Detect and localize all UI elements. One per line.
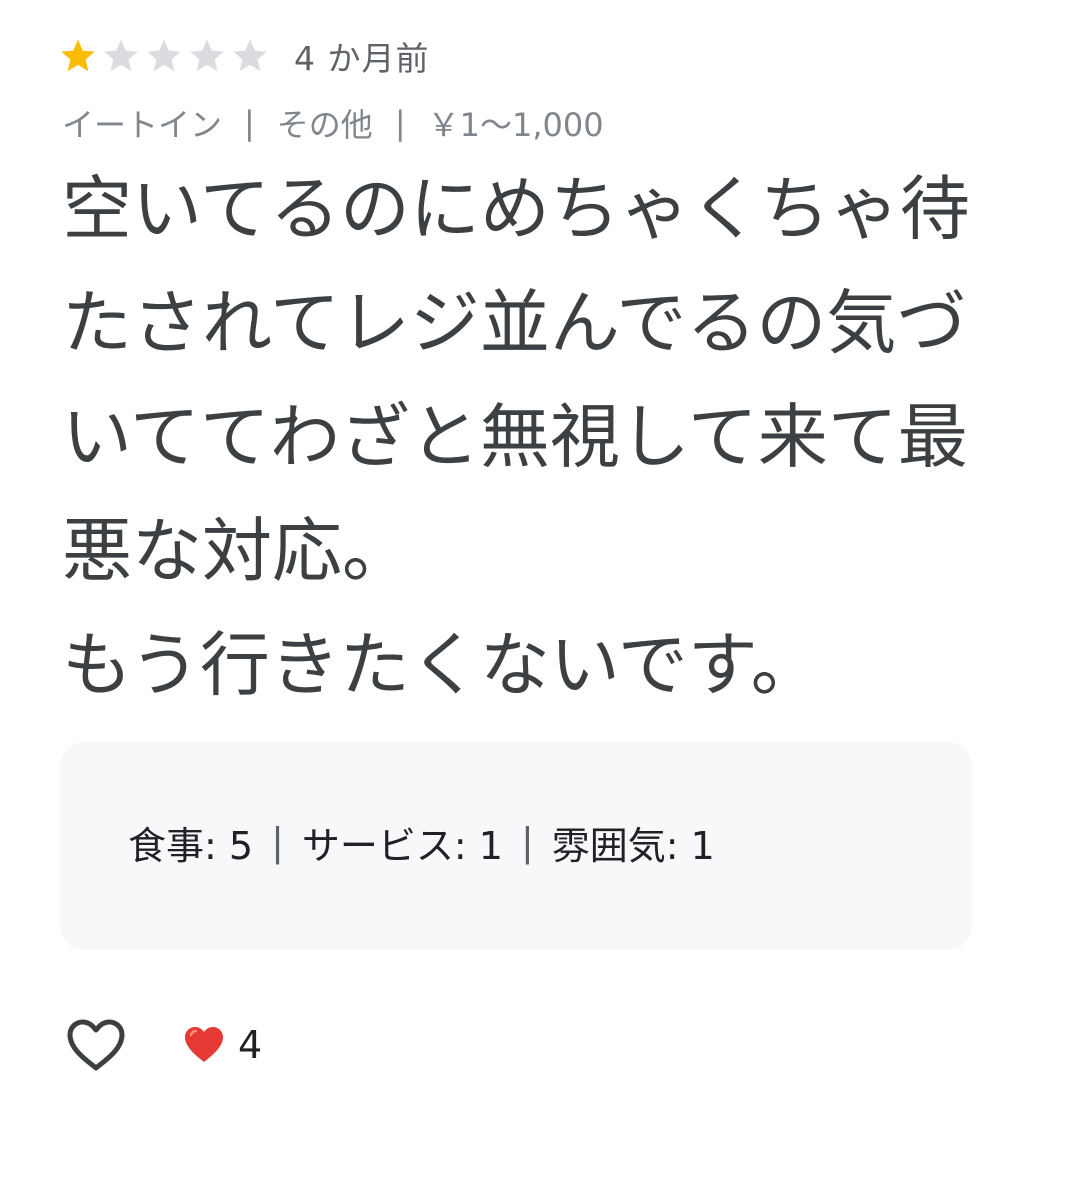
star-empty-icon — [147, 39, 181, 72]
meal-type: その他 — [276, 106, 373, 144]
price-range: ￥1～1,000 — [427, 106, 604, 144]
star-rating — [58, 36, 270, 76]
sub-ratings: 食事: 5 | サービス: 1 | 雰囲気: 1 — [128, 816, 715, 868]
review-age: 4 か月前 — [294, 39, 430, 78]
dining-type: イートイン — [62, 106, 223, 144]
star-filled-icon — [61, 39, 95, 72]
star-empty-icon — [190, 39, 224, 72]
atmosphere-rating: 雰囲気: 1 — [551, 823, 715, 868]
sub-rating-separator: | — [271, 820, 284, 864]
service-rating: サービス: 1 — [301, 823, 503, 868]
review-meta: イートイン | その他 | ￥1～1,000 — [62, 98, 604, 148]
reaction-count: 4 — [238, 1023, 263, 1067]
meta-separator: | — [244, 104, 255, 142]
star-empty-icon — [104, 39, 138, 72]
like-button[interactable] — [64, 1013, 128, 1077]
food-rating: 食事: 5 — [128, 823, 254, 868]
review-text: 空いてるのにめちゃくちゃ待たされてレジ並んでるの気づいててわざと無視して来て最悪… — [62, 168, 970, 706]
sub-ratings-box: 食事: 5 | サービス: 1 | 雰囲気: 1 — [60, 742, 972, 950]
rating-row: 4 か月前 — [58, 30, 430, 82]
sub-rating-separator: | — [520, 820, 534, 864]
review-actions: 4 — [64, 1012, 262, 1078]
reaction-summary[interactable]: 4 — [182, 1023, 262, 1067]
heart-outline-icon — [67, 1019, 125, 1071]
meta-separator: | — [394, 104, 406, 142]
star-empty-icon — [233, 39, 267, 72]
red-heart-emoji-icon — [185, 1027, 223, 1062]
